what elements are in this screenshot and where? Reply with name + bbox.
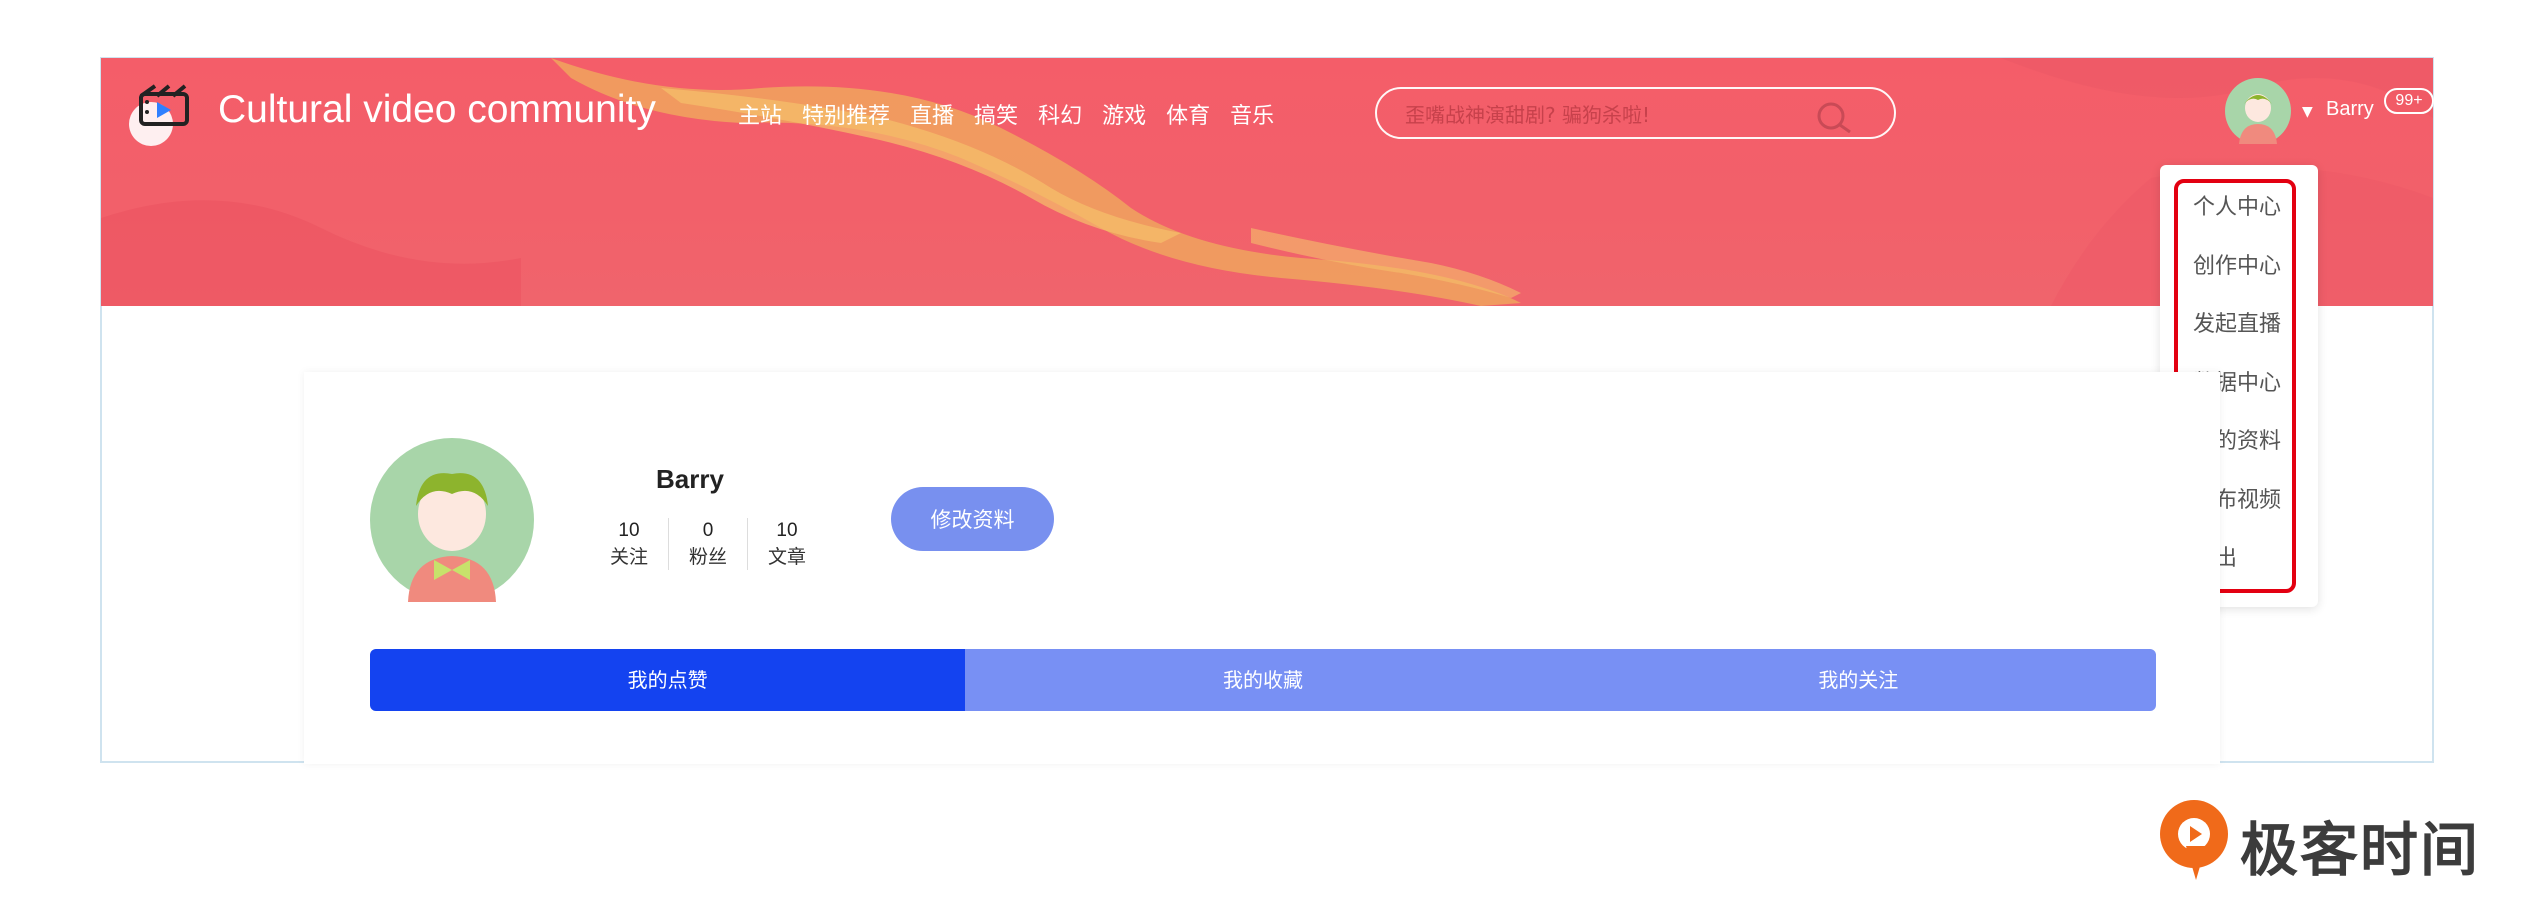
stat-value: 10 — [776, 520, 798, 541]
main-nav: 主站 特别推荐 直播 搞笑 科幻 游戏 体育 音乐 — [738, 98, 1274, 130]
profile-tabs: 我的点赞 我的收藏 我的关注 — [370, 649, 2156, 711]
watermark-text: 极客时间 — [2240, 816, 2481, 884]
stat-label: 关注 — [609, 546, 648, 568]
profile-avatar — [370, 438, 534, 602]
menu-item-start-live[interactable]: 发起直播 — [2193, 310, 2281, 369]
menu-item-personal-center[interactable]: 个人中心 — [2193, 193, 2281, 252]
nav-item-music[interactable]: 音乐 — [1230, 98, 1274, 130]
nav-item-games[interactable]: 游戏 — [1102, 98, 1146, 130]
search-box — [1375, 87, 1896, 139]
nav-item-funny[interactable]: 搞笑 — [974, 98, 1018, 130]
logo-icon[interactable] — [127, 84, 197, 148]
tab-my-follows[interactable]: 我的关注 — [1560, 649, 2156, 711]
chevron-down-icon[interactable]: ▼ — [2302, 104, 2313, 120]
nav-item-scifi[interactable]: 科幻 — [1038, 98, 1082, 130]
profile-stats: 10 关注 0 粉丝 10 文章 — [590, 518, 826, 570]
search-icon[interactable] — [1816, 101, 1854, 137]
message-badge[interactable]: 99+ — [2384, 88, 2434, 114]
nav-item-sports[interactable]: 体育 — [1166, 98, 1210, 130]
search-input[interactable] — [1403, 99, 1807, 131]
nav-item-home[interactable]: 主站 — [738, 98, 782, 130]
edit-profile-button[interactable]: 修改资料 — [891, 487, 1054, 551]
user-avatar[interactable] — [2225, 78, 2291, 144]
menu-item-creator-center[interactable]: 创作中心 — [2193, 252, 2281, 311]
stat-articles[interactable]: 10 文章 — [748, 518, 826, 570]
stat-value: 10 — [618, 520, 640, 541]
stat-value: 0 — [702, 520, 714, 541]
profile-name: Barry — [656, 464, 724, 494]
stat-following[interactable]: 10 关注 — [590, 518, 669, 570]
user-name[interactable]: Barry — [2326, 98, 2374, 121]
nav-item-live[interactable]: 直播 — [910, 98, 954, 130]
stat-followers[interactable]: 0 粉丝 — [669, 518, 748, 570]
tab-my-favorites[interactable]: 我的收藏 — [965, 649, 1561, 711]
tab-my-likes[interactable]: 我的点赞 — [370, 649, 966, 711]
site-title[interactable]: Cultural video community — [218, 88, 656, 132]
stat-label: 粉丝 — [688, 546, 727, 568]
nav-item-featured[interactable]: 特别推荐 — [802, 98, 890, 130]
stat-label: 文章 — [767, 546, 806, 568]
